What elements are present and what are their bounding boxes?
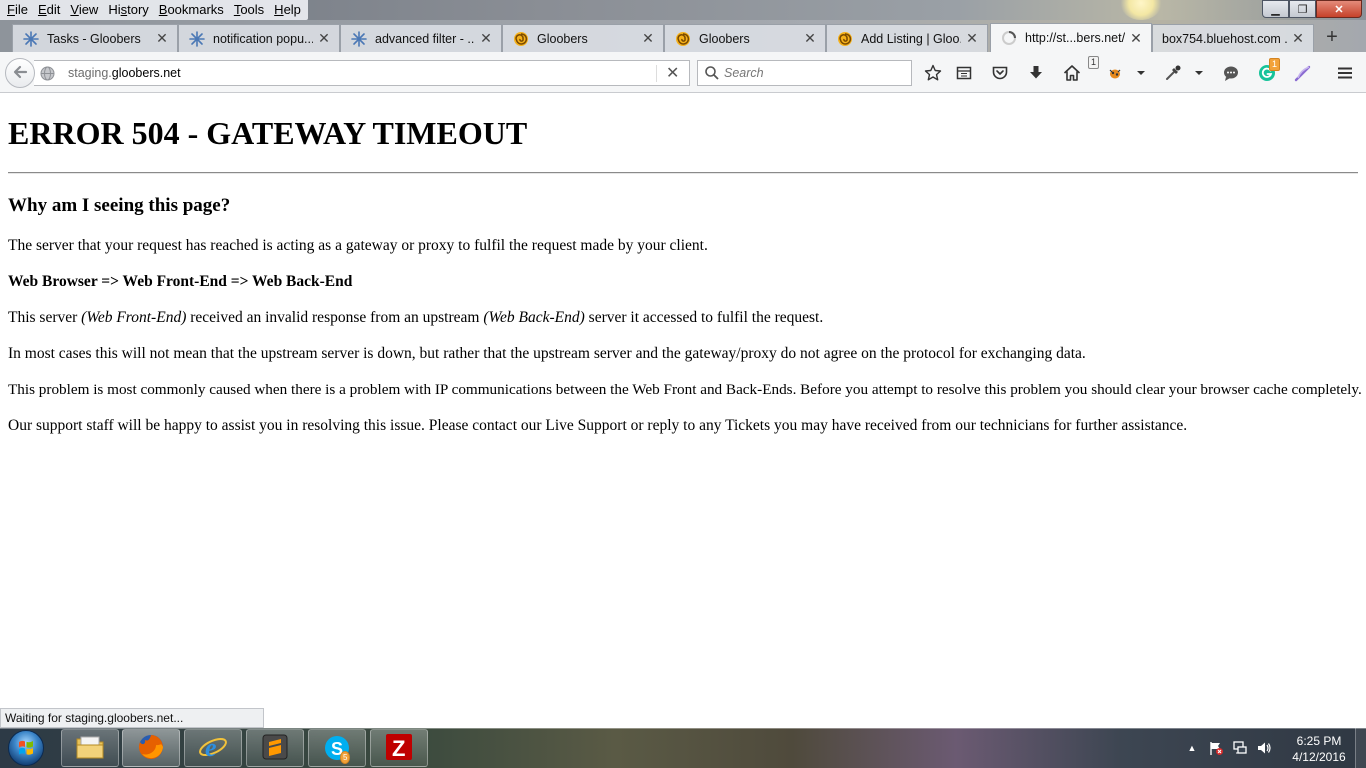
feather-pen-icon[interactable] [1292, 62, 1314, 84]
grammarly-badge: 1 [1269, 58, 1281, 71]
tab-close-icon[interactable]: ✕ [1129, 30, 1143, 47]
url-text: staging.gloobers.net [68, 66, 181, 80]
taskbar-skype[interactable]: S 5 [308, 729, 366, 767]
restore-button[interactable]: ❐ [1289, 0, 1316, 18]
search-icon [704, 65, 720, 81]
clock-date[interactable]: 4/12/2016 [1290, 750, 1348, 764]
wallpaper-sun-glow [1120, 0, 1162, 20]
menu-edit[interactable]: Edit [33, 0, 65, 20]
gloobers-swirl-icon [513, 31, 529, 47]
tab-gloobers-2[interactable]: Gloobers ✕ [664, 24, 826, 52]
start-button[interactable] [3, 729, 49, 767]
internet-explorer-icon: e [198, 732, 228, 765]
show-hidden-icons-button[interactable]: ▲ [1184, 740, 1200, 756]
svg-text:e: e [205, 733, 217, 762]
tab-bar: Tasks - Gloobers ✕ notification popu... … [0, 20, 1366, 52]
tab-close-icon[interactable]: ✕ [965, 30, 979, 47]
tab-close-icon[interactable]: ✕ [479, 30, 493, 47]
dropdown-arrow-icon[interactable] [1130, 62, 1152, 84]
gloobers-swirl-icon [675, 31, 691, 47]
back-button[interactable] [5, 58, 35, 88]
menu-view[interactable]: View [65, 0, 103, 20]
menu-file[interactable]: File [2, 0, 33, 20]
sublime-text-icon [261, 733, 289, 764]
page-content: ERROR 504 - GATEWAY TIMEOUT Why am I see… [0, 93, 1366, 708]
hamburger-menu-icon[interactable] [1334, 62, 1356, 84]
tab-tasks-gloobers[interactable]: Tasks - Gloobers ✕ [12, 24, 178, 52]
show-desktop-button[interactable] [1355, 728, 1366, 768]
tab-close-icon[interactable]: ✕ [641, 30, 655, 47]
home-notification-badge: 1 [1088, 56, 1100, 69]
tab-notification-popup[interactable]: notification popu... ✕ [178, 24, 340, 52]
tab-add-listing[interactable]: Add Listing | Gloo... ✕ [826, 24, 988, 52]
svg-text:Z: Z [392, 736, 405, 761]
globe-icon [40, 66, 55, 81]
firefox-icon [136, 732, 166, 765]
filezilla-icon: Z [384, 732, 414, 765]
tab-close-icon[interactable]: ✕ [155, 30, 169, 47]
skype-icon: S 5 [322, 733, 352, 764]
paragraph-support: Our support staff will be happy to assis… [8, 417, 1188, 434]
horizontal-rule [8, 172, 1358, 174]
paragraph-cause: This problem is most commonly caused whe… [8, 381, 1362, 398]
paragraph-invalid-response: This server (Web Front-End) received an … [8, 309, 824, 326]
menu-tools[interactable]: Tools [229, 0, 269, 20]
menu-bookmarks[interactable]: Bookmarks [154, 0, 229, 20]
snowflake-icon [189, 30, 205, 47]
menu-bar: File Edit View History Bookmarks Tools H… [0, 0, 1366, 20]
action-center-flag-icon[interactable] [1208, 740, 1224, 756]
taskbar-sublime-text[interactable] [246, 729, 304, 767]
tab-staging-active[interactable]: http://st...bers.net/ ✕ [990, 23, 1152, 52]
taskbar-file-explorer[interactable] [61, 729, 119, 767]
taskbar-firefox[interactable] [122, 729, 180, 767]
pocket-icon[interactable] [989, 62, 1011, 84]
windows-taskbar: e S 5 Z ▲ 6:25 PM 4/12/2016 [0, 728, 1366, 768]
url-separator [656, 65, 657, 82]
reading-list-icon[interactable] [953, 62, 975, 84]
gloobers-swirl-icon [837, 31, 853, 47]
close-window-button[interactable]: ✕ [1316, 0, 1362, 18]
back-arrow-icon [12, 64, 28, 83]
stop-loading-icon[interactable]: ✕ [666, 63, 679, 83]
loading-spinner-icon [1001, 30, 1017, 46]
menu-help[interactable]: Help [269, 0, 306, 20]
network-icon[interactable] [1232, 740, 1248, 756]
minimize-button[interactable]: ▁ [1262, 0, 1289, 18]
tab-gloobers-1[interactable]: Gloobers ✕ [502, 24, 664, 52]
extension-bug-icon[interactable] [1104, 62, 1126, 84]
paragraph-gateway-explanation: The server that your request has reached… [8, 237, 708, 254]
snowflake-icon [351, 30, 367, 47]
status-bar: Waiting for staging.gloobers.net... [0, 708, 264, 728]
dropdown-arrow-icon[interactable] [1188, 62, 1210, 84]
menu-list: File Edit View History Bookmarks Tools H… [0, 0, 308, 20]
snowflake-icon [23, 30, 39, 47]
bookmark-star-icon[interactable] [922, 62, 944, 84]
chat-bubble-icon[interactable] [1220, 62, 1242, 84]
paragraph-request-chain: Web Browser => Web Front-End => Web Back… [8, 273, 353, 290]
taskbar-internet-explorer[interactable]: e [184, 729, 242, 767]
tab-advanced-filter[interactable]: advanced filter - ... ✕ [340, 24, 502, 52]
navigation-toolbar: staging.gloobers.net ✕ Search 1 1 [0, 52, 1366, 93]
tab-bluehost[interactable]: box754.bluehost.com ... ✕ [1152, 24, 1314, 52]
folder-icon [75, 734, 105, 763]
search-input[interactable]: Search [697, 60, 912, 86]
taskbar-filezilla[interactable]: Z [370, 729, 428, 767]
clock-time[interactable]: 6:25 PM [1290, 734, 1348, 748]
home-icon[interactable] [1061, 62, 1083, 84]
tab-close-icon[interactable]: ✕ [1291, 30, 1305, 47]
page-title: ERROR 504 - GATEWAY TIMEOUT [8, 115, 528, 151]
new-tab-button[interactable]: + [1318, 26, 1346, 50]
windows-logo-icon [8, 730, 44, 766]
section-heading: Why am I seeing this page? [8, 195, 231, 216]
window-controls: ▁ ❐ ✕ [1262, 0, 1362, 18]
volume-icon[interactable] [1256, 740, 1272, 756]
menu-history[interactable]: History [103, 0, 153, 20]
url-bar[interactable]: staging.gloobers.net ✕ [34, 60, 690, 86]
tab-close-icon[interactable]: ✕ [803, 30, 817, 47]
tab-close-icon[interactable]: ✕ [317, 30, 331, 47]
paragraph-protocol: In most cases this will not mean that th… [8, 345, 1086, 362]
eyedropper-icon[interactable] [1162, 62, 1184, 84]
download-icon[interactable] [1025, 62, 1047, 84]
